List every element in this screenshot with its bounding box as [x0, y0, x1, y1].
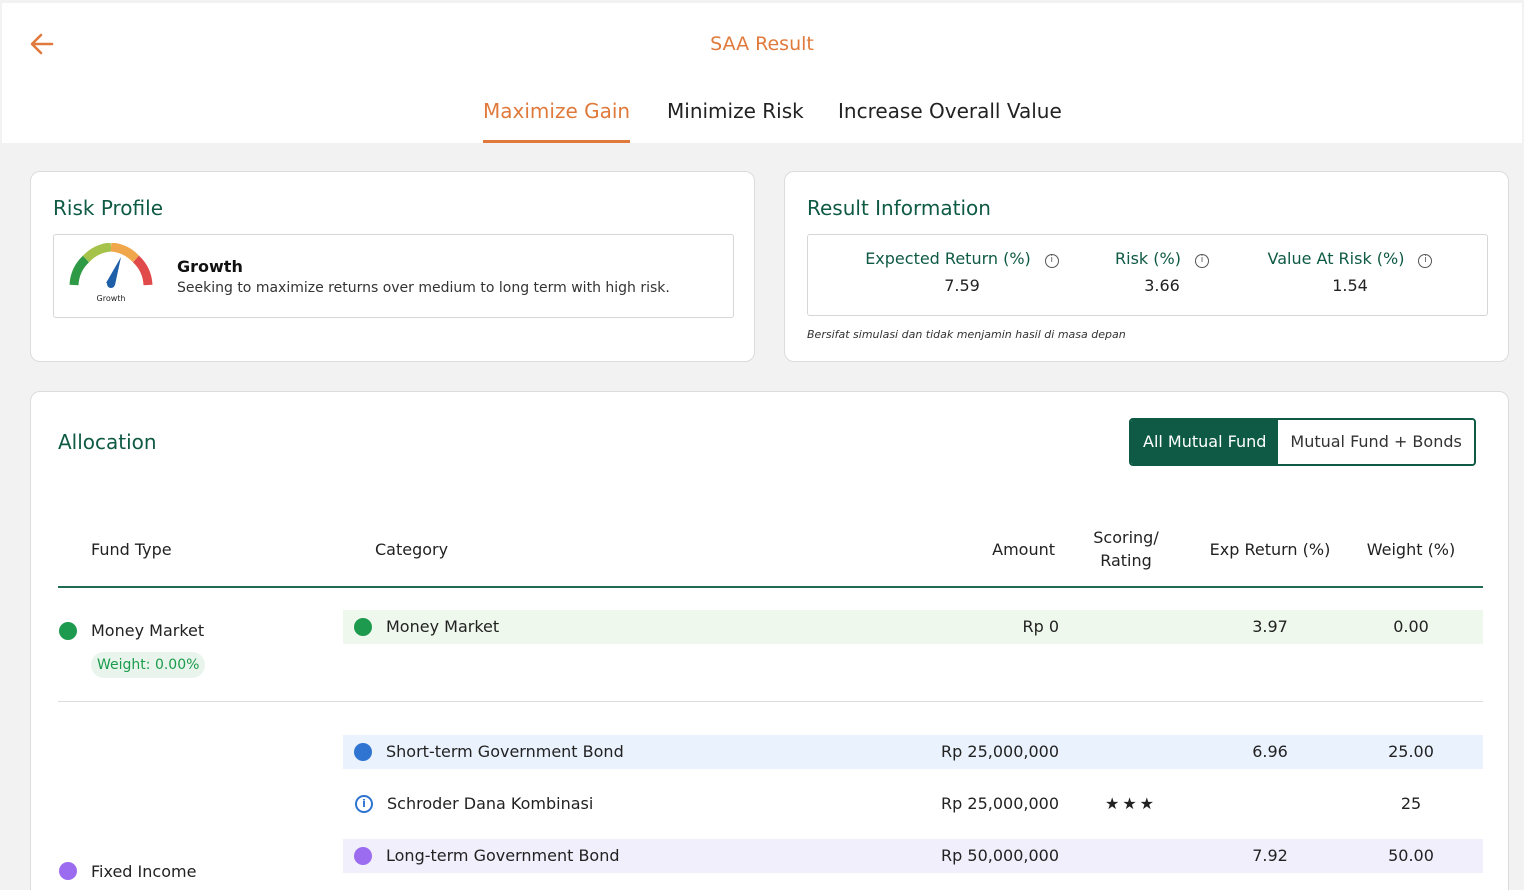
- row-amount: Rp 0: [1022, 617, 1059, 636]
- all-mutual-fund-button[interactable]: All Mutual Fund: [1131, 420, 1279, 464]
- star-rating: ★★★: [1104, 794, 1158, 813]
- page-title: SAA Result: [710, 33, 814, 55]
- row-weight: 0.00: [1393, 617, 1429, 636]
- metric-risk: Risk (%) i 3.66: [1112, 249, 1212, 295]
- row-amount: Rp 25,000,000: [941, 742, 1059, 761]
- row-exp-return: 6.96: [1252, 742, 1288, 761]
- weight-badge: Weight: 0.00%: [91, 652, 206, 678]
- table-row[interactable]: i Schroder Dana Kombinasi Rp 25,000,000 …: [343, 787, 1483, 821]
- tab-maximize-gain[interactable]: Maximize Gain: [483, 99, 631, 143]
- info-icon[interactable]: i: [1044, 254, 1059, 268]
- result-tabs: Maximize Gain Minimize Risk Increase Ove…: [2, 99, 1522, 143]
- category-dot: [354, 618, 372, 636]
- row-exp-return: 3.97: [1252, 617, 1288, 636]
- col-scoring: Scoring/: [1093, 528, 1159, 547]
- info-icon[interactable]: i: [1194, 254, 1209, 268]
- risk-profile-box: Growth Growth Seeking to maximize return…: [53, 234, 734, 318]
- metric-value: 3.66: [1144, 276, 1180, 295]
- row-weight: 25: [1400, 794, 1422, 813]
- fixed-income-dot: [59, 862, 77, 880]
- fund-scope-toggle: All Mutual Fund Mutual Fund + Bonds: [1129, 418, 1476, 466]
- fund-type-money-market: Money Market: [91, 621, 205, 640]
- group-divider: [58, 701, 1483, 702]
- row-category: Short-term Government Bond: [386, 742, 624, 761]
- risk-profile-name: Growth: [177, 257, 243, 276]
- risk-profile-card: Risk Profile Growth Growth Seeking to ma…: [30, 171, 755, 362]
- allocation-title: Allocation: [58, 430, 157, 454]
- mutual-fund-bonds-button[interactable]: Mutual Fund + Bonds: [1278, 420, 1474, 464]
- table-row[interactable]: Money Market Rp 0 3.97 0.00: [343, 610, 1483, 644]
- fund-type-fixed-income: Fixed Income: [91, 862, 197, 881]
- money-market-dot: [59, 622, 77, 640]
- col-weight: Weight (%): [1366, 540, 1456, 559]
- metric-value: 7.59: [944, 276, 980, 295]
- col-fund-type: Fund Type: [91, 540, 172, 559]
- table-row[interactable]: Short-term Government Bond Rp 25,000,000…: [343, 735, 1483, 769]
- allocation-card: Allocation All Mutual Fund Mutual Fund +…: [30, 391, 1509, 890]
- info-icon[interactable]: i: [1418, 254, 1433, 268]
- result-metrics-box: Expected Return (%) i 7.59 Risk (%) i 3.66…: [807, 234, 1488, 316]
- metric-value: 1.54: [1332, 276, 1368, 295]
- col-category: Category: [375, 540, 449, 559]
- table-row[interactable]: Long-term Government Bond Rp 50,000,000 …: [343, 839, 1483, 873]
- metric-label: Risk (%): [1115, 249, 1181, 268]
- row-amount: Rp 25,000,000: [941, 794, 1059, 813]
- tab-increase-overall-value[interactable]: Increase Overall Value: [838, 99, 1062, 143]
- app-header: SAA Result Maximize Gain Minimize Risk I…: [2, 3, 1522, 143]
- metric-label: Value At Risk (%): [1267, 249, 1405, 268]
- result-information-title: Result Information: [807, 196, 991, 220]
- category-dot: [354, 847, 372, 865]
- row-amount: Rp 50,000,000: [941, 846, 1059, 865]
- row-category: Schroder Dana Kombinasi: [387, 794, 594, 813]
- row-exp-return: 7.92: [1252, 846, 1288, 865]
- risk-profile-title: Risk Profile: [53, 196, 163, 220]
- risk-profile-description: Seeking to maximize returns over medium …: [177, 280, 670, 296]
- col-exp-return: Exp Return (%): [1209, 540, 1331, 559]
- gauge-label: Growth: [97, 294, 126, 303]
- header-divider: [58, 586, 1483, 588]
- risk-gauge-icon: Growth: [69, 243, 153, 303]
- metric-value-at-risk: Value At Risk (%) i 1.54: [1262, 249, 1438, 295]
- row-category: Long-term Government Bond: [386, 846, 620, 865]
- metric-expected-return: Expected Return (%) i 7.59: [862, 249, 1062, 295]
- category-dot: [354, 743, 372, 761]
- disclaimer-text: Bersifat simulasi dan tidak menjamin has…: [807, 328, 1126, 341]
- info-icon[interactable]: i: [355, 795, 373, 813]
- tab-minimize-risk[interactable]: Minimize Risk: [667, 99, 804, 143]
- row-weight: 50.00: [1388, 846, 1434, 865]
- result-information-card: Result Information Expected Return (%) i …: [784, 171, 1509, 362]
- col-amount: Amount: [992, 540, 1055, 559]
- metric-label: Expected Return (%): [865, 249, 1031, 268]
- row-category: Money Market: [386, 617, 500, 636]
- col-rating: Rating: [1100, 551, 1152, 570]
- row-weight: 25.00: [1388, 742, 1434, 761]
